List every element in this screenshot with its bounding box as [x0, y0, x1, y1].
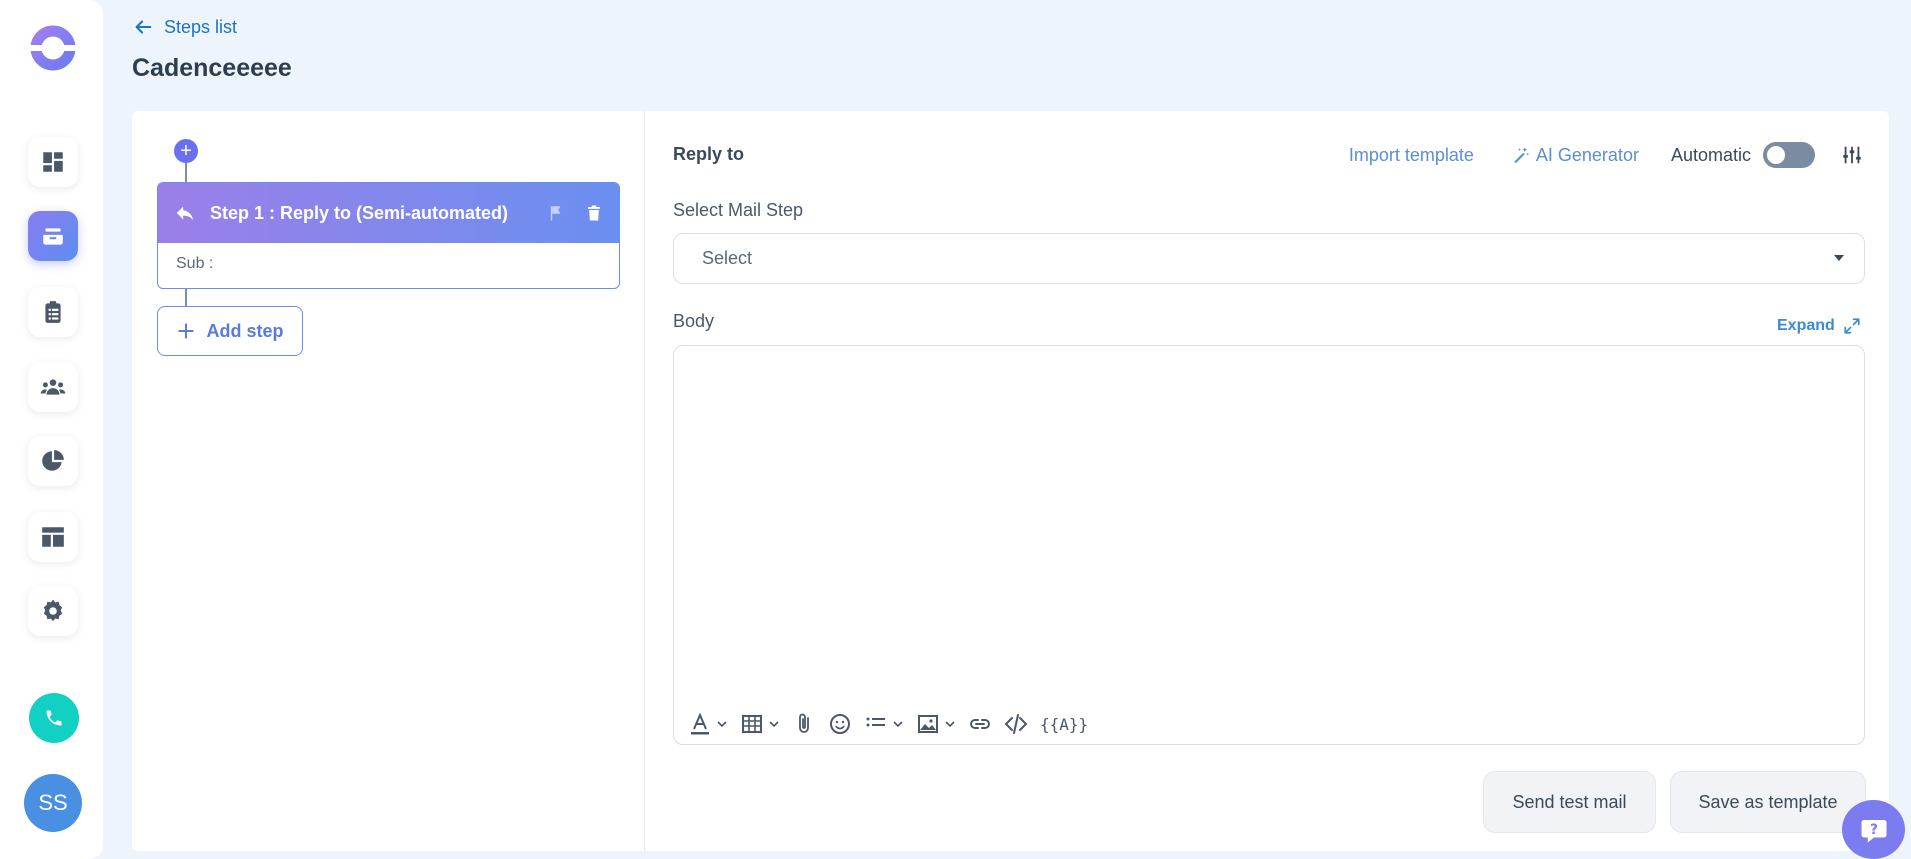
ai-generator-label: AI Generator [1535, 144, 1639, 165]
expand-label: Expand [1777, 317, 1835, 334]
automatic-label: Automatic [1670, 144, 1751, 165]
inbox-stack-icon [43, 228, 63, 245]
expand-icon [1844, 318, 1860, 334]
sidebar: SS [0, 0, 103, 859]
editor-actions: Import template AI Generator Automatic [1349, 142, 1863, 168]
back-to-steps-list[interactable]: Steps list [132, 16, 237, 38]
table-icon [742, 715, 762, 733]
magic-wand-icon [1514, 147, 1529, 164]
phone-icon [46, 710, 62, 726]
chevron-down-icon [717, 721, 727, 728]
add-step-label: Add step [206, 320, 284, 341]
image-tool[interactable] [916, 712, 956, 736]
editor-pane: Reply to Import template AI Generator Au… [514, 111, 1889, 851]
paperclip-icon [799, 713, 809, 733]
people-icon [40, 379, 66, 395]
editor-toolbar: {{A}} [688, 712, 1088, 736]
nav-cadences[interactable] [28, 211, 78, 261]
nav-templates[interactable] [28, 512, 78, 562]
save-as-template-button[interactable]: Save as template [1670, 771, 1866, 833]
mail-step-select[interactable]: Select [673, 233, 1865, 284]
add-step-button[interactable]: Add step [157, 306, 303, 356]
emoji-tool[interactable] [828, 712, 852, 736]
reply-icon [176, 206, 194, 221]
svg-text:?: ? [1870, 821, 1878, 837]
text-color-tool[interactable] [688, 712, 728, 736]
clipboard-list-icon [45, 301, 61, 323]
page-title: Cadenceeeee [132, 54, 292, 82]
image-icon [918, 715, 938, 733]
emoji-icon [830, 714, 850, 734]
code-icon [1004, 714, 1028, 734]
link-icon [970, 719, 990, 729]
ai-generator-button[interactable]: AI Generator [1512, 145, 1639, 166]
text-color-icon [691, 712, 709, 735]
send-test-mail-button[interactable]: Send test mail [1483, 771, 1656, 833]
nav-settings[interactable] [28, 586, 78, 636]
nav-contacts[interactable] [28, 362, 78, 412]
nav-dashboard[interactable] [28, 137, 78, 187]
layout-icon [42, 527, 64, 547]
attachment-tool[interactable] [792, 712, 816, 736]
code-tool[interactable] [1004, 712, 1028, 736]
step-title: Step 1 : Reply to (Semi-automated) [210, 202, 509, 223]
caret-down-icon [1834, 255, 1844, 261]
body-label: Body [673, 311, 715, 331]
import-template-button[interactable]: Import template [1349, 145, 1474, 166]
chevron-down-icon [769, 721, 779, 728]
app-logo[interactable] [29, 24, 77, 72]
editor-title: Reply to [673, 144, 745, 164]
pie-chart-icon [42, 450, 64, 471]
back-label: Steps list [164, 16, 238, 37]
body-text-area[interactable] [674, 346, 1864, 686]
chevron-down-icon [893, 721, 903, 728]
gear-icon [43, 599, 63, 622]
plus-icon [178, 323, 195, 339]
help-chat-icon: ? [1861, 819, 1886, 842]
expand-button[interactable]: Expand [1777, 317, 1889, 335]
avatar[interactable]: SS [24, 774, 82, 832]
nav-tasks[interactable] [28, 287, 78, 337]
connector-line [185, 161, 187, 183]
automatic-toggle[interactable] [1763, 142, 1815, 168]
insert-step-button[interactable]: + [174, 139, 198, 163]
select-mail-step-label: Select Mail Step [673, 200, 804, 220]
body-editor: {{A}} [673, 345, 1865, 745]
chevron-down-icon [945, 721, 955, 728]
dashboard-icon [43, 152, 63, 172]
arrow-left-icon [135, 20, 152, 34]
link-tool[interactable] [968, 712, 992, 736]
nav-reports[interactable] [28, 436, 78, 486]
sliders-icon[interactable] [1841, 144, 1863, 166]
table-tool[interactable] [740, 712, 780, 736]
variables-tool[interactable]: {{A}} [1040, 715, 1088, 734]
help-chat-button[interactable]: ? [1842, 800, 1905, 859]
connector-line [185, 289, 187, 307]
bullet-list-icon [866, 717, 885, 727]
select-value: Select [702, 248, 753, 268]
list-tool[interactable] [864, 712, 904, 736]
call-button[interactable] [29, 693, 79, 743]
